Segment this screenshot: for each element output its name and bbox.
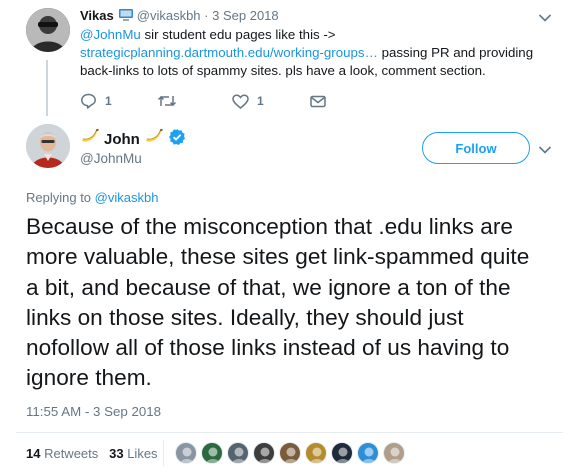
liker-avatar[interactable]: [227, 442, 249, 464]
liker-avatar[interactable]: [253, 442, 275, 464]
vikas-avatar[interactable]: [26, 8, 70, 52]
banana-emoji-icon: [144, 128, 164, 150]
reply-reply-action[interactable]: 1: [80, 93, 157, 109]
follow-button[interactable]: Follow: [422, 132, 530, 164]
retweets-count: 14: [26, 446, 41, 461]
reply-like-count: 1: [257, 94, 264, 108]
reply-dm-action[interactable]: [310, 95, 326, 108]
heart-icon: [232, 93, 249, 109]
stats-divider: [163, 440, 164, 466]
liker-avatar[interactable]: [357, 442, 379, 464]
reply-reply-count: 1: [105, 94, 112, 108]
replying-prefix: Replying to: [26, 190, 95, 205]
reply-retweet-action[interactable]: [157, 94, 232, 108]
reply-text: @JohnMu sir student edu pages like this …: [80, 26, 550, 80]
tweet-author-handle[interactable]: @JohnMu: [80, 151, 142, 166]
tweet-author[interactable]: John: [80, 128, 186, 150]
reply-text-part1: sir student edu pages like this ->: [140, 27, 336, 42]
tweet-more-chevron-icon[interactable]: [538, 142, 552, 160]
replying-to: Replying to @vikaskbh: [26, 190, 158, 205]
replying-to-link[interactable]: @vikaskbh: [95, 190, 159, 205]
liker-avatar[interactable]: [331, 442, 353, 464]
tweet-timestamp[interactable]: 11:55 AM - 3 Sep 2018: [26, 404, 161, 419]
john-avatar[interactable]: [26, 124, 70, 168]
reply-actions: 1 1: [80, 92, 326, 110]
likes-count: 33: [109, 446, 124, 461]
verified-badge-icon: [168, 128, 186, 150]
tweet-text: Because of the misconception that .edu l…: [26, 214, 530, 391]
reply-url-link[interactable]: strategicplanning.dartmouth.edu/working-…: [80, 45, 378, 60]
computer-emoji-icon: [118, 8, 134, 26]
retweets-label: Retweets: [40, 446, 99, 461]
reply-header: Vikas @vikaskbh · 3 Sep 2018: [80, 8, 279, 26]
reply-author-handle[interactable]: @vikaskbh: [137, 8, 201, 23]
reply-separator: ·: [204, 8, 209, 23]
liker-avatar[interactable]: [305, 442, 327, 464]
reply-mention-link[interactable]: @JohnMu: [80, 27, 141, 42]
reply-date[interactable]: 3 Sep 2018: [212, 8, 279, 23]
liker-avatar[interactable]: [201, 442, 223, 464]
thread-line: [46, 60, 48, 116]
retweet-icon: [157, 94, 177, 108]
divider-top: [16, 432, 563, 433]
likes-label: Likes: [123, 446, 158, 461]
liker-avatar[interactable]: [383, 442, 405, 464]
tweet-stats: 14 Retweets 33 Likes: [26, 446, 158, 461]
tweet-author-name[interactable]: John: [104, 131, 140, 148]
reply-author-name[interactable]: Vikas: [80, 8, 114, 23]
liker-avatar[interactable]: [279, 442, 301, 464]
reply-bubble-icon: [80, 93, 97, 109]
retweets-stat[interactable]: 14 Retweets: [26, 446, 98, 461]
envelope-icon: [310, 95, 326, 108]
likes-stat[interactable]: 33 Likes: [109, 446, 157, 461]
liker-avatar[interactable]: [175, 442, 197, 464]
banana-emoji-icon: [80, 128, 100, 150]
reply-like-action[interactable]: 1: [232, 93, 310, 109]
likers-avatars: [175, 442, 409, 464]
